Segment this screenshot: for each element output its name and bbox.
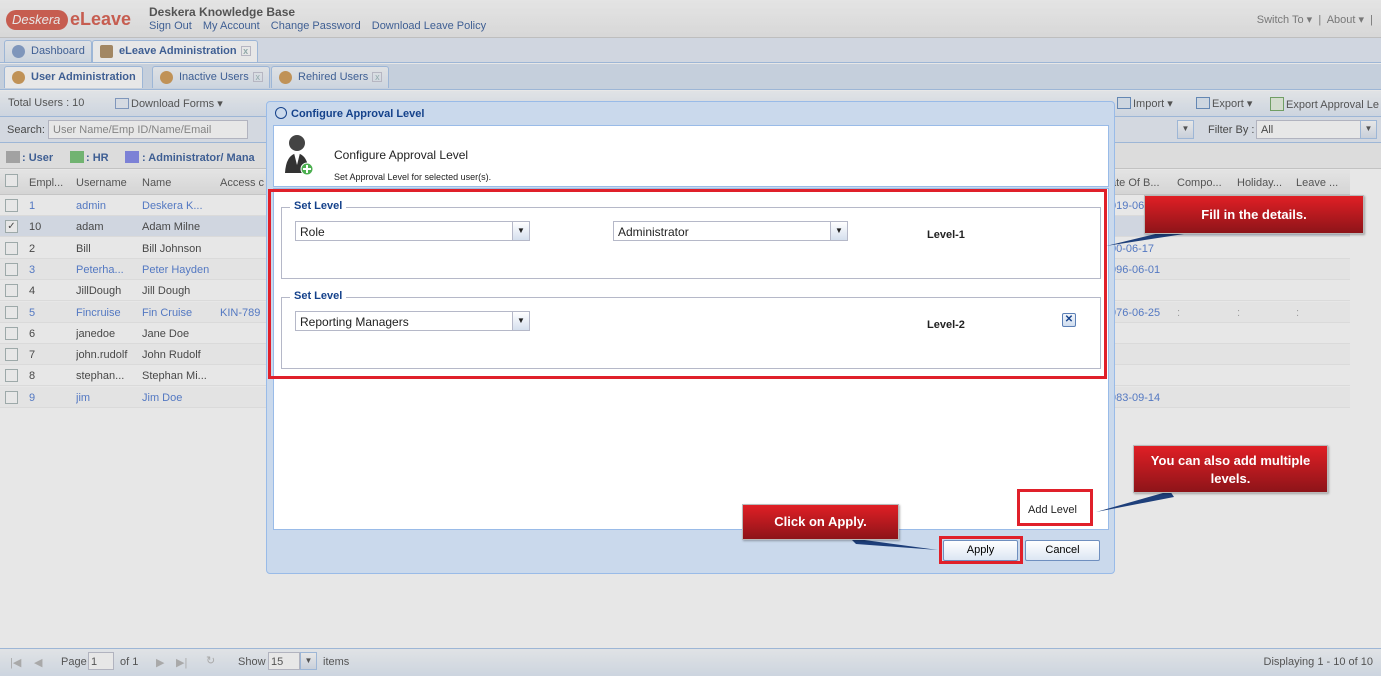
callout-pointers	[850, 228, 1184, 550]
fill-details-callout: Fill in the details.	[1144, 195, 1364, 234]
multiple-levels-pointer	[1096, 491, 1174, 512]
click-apply-callout: Click on Apply.	[742, 504, 899, 540]
multiple-levels-callout: You can also add multiple levels.	[1133, 445, 1328, 493]
